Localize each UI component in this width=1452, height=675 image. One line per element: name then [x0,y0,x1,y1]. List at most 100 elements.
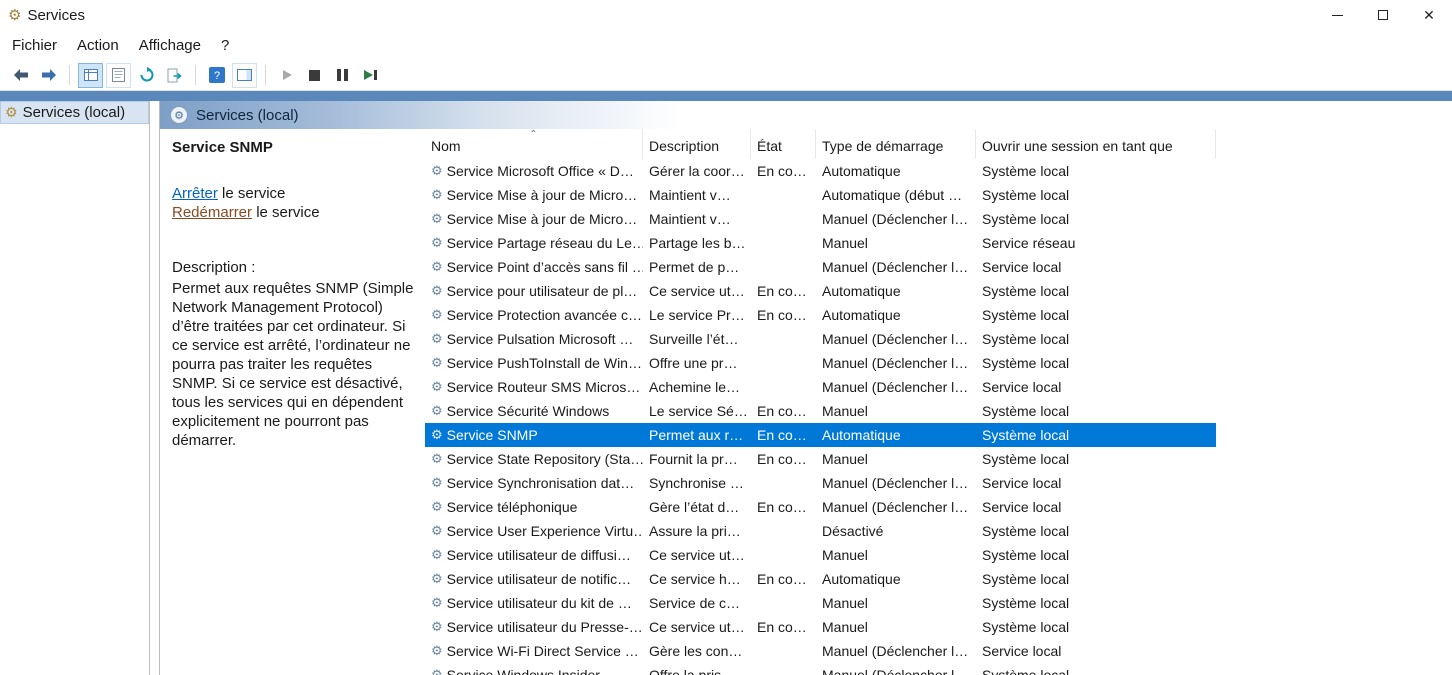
service-gear-icon: ⚙ [431,499,443,515]
properties-button[interactable] [106,63,131,88]
cell-startup-type: Manuel (Déclencher l… [816,375,976,399]
pause-icon [337,69,348,81]
column-header-description[interactable]: Description [643,129,751,159]
table-row[interactable]: ⚙ Service State Repository (Sta… Fournit… [425,447,1216,471]
restart-service-button[interactable] [358,63,383,88]
table-row[interactable]: ⚙ Service Microsoft Office « D… Gérer la… [425,159,1216,183]
cell-status: En co… [751,567,816,591]
properties-icon [112,68,125,82]
back-button[interactable] [8,63,33,88]
cell-status [751,207,816,231]
stop-service-link[interactable]: Arrêter [172,185,218,202]
table-row[interactable]: ⚙ Service SNMP Permet aux r… En co… Auto… [425,423,1216,447]
table-row[interactable]: ⚙ Service User Experience Virtu… Assure … [425,519,1216,543]
tree-item-services-local[interactable]: ⚙ Services (local) [0,101,149,124]
table-row[interactable]: ⚙ Service Sécurité Windows Le service Sé… [425,399,1216,423]
cell-logon-as: Système local [976,567,1216,591]
cell-logon-as: Système local [976,399,1216,423]
cell-startup-type: Manuel [816,447,976,471]
toolbar-separator [265,65,266,85]
cell-status [751,519,816,543]
cell-description: Synchronise … [643,471,751,495]
cell-name: ⚙ Service Partage réseau du Le… [425,231,643,255]
table-row[interactable]: ⚙ Service téléphonique Gère l’état d… En… [425,495,1216,519]
show-hide-action-pane-button[interactable] [232,63,257,88]
cell-startup-type: Automatique [816,303,976,327]
table-row[interactable]: ⚙ Service Partage réseau du Le… Partage … [425,231,1216,255]
service-action-links: Arrêter le service Redémarrer le service [172,184,415,222]
service-gear-icon: ⚙ [431,643,443,659]
cell-status [751,591,816,615]
restart-icon [363,69,378,81]
extended-view-header: ⚙ Services (local) [160,101,1452,129]
cell-logon-as: Système local [976,519,1216,543]
menu-affichage[interactable]: Affichage [129,33,211,58]
cell-status [751,327,816,351]
menu-fichier[interactable]: Fichier [2,33,67,58]
action-pane-icon [237,69,252,81]
cell-logon-as: Système local [976,423,1216,447]
column-header-status[interactable]: État [751,129,816,159]
cell-description: Ce service ut… [643,543,751,567]
table-row[interactable]: ⚙ Service PushToInstall de Win… Offre un… [425,351,1216,375]
table-row[interactable]: ⚙ Service Mise à jour de Micro… Maintien… [425,183,1216,207]
main-pane: ⚙ Services (local) Service SNMP Arrêter … [160,101,1452,675]
cell-description: Le service Sé… [643,399,751,423]
maximize-button[interactable] [1360,0,1406,30]
cell-status: En co… [751,399,816,423]
close-button[interactable]: ✕ [1406,0,1452,30]
table-row[interactable]: ⚙ Service Point d’accès sans fil … Perme… [425,255,1216,279]
cell-status [751,663,816,675]
cell-logon-as: Système local [976,591,1216,615]
service-gear-icon: ⚙ [431,211,443,227]
table-row[interactable]: ⚙ Service utilisateur du Presse-… Ce ser… [425,615,1216,639]
cell-name: ⚙ Service Microsoft Office « D… [425,159,643,183]
console-content: ⚙ Services (local) ⚙ Services (local) Se… [0,101,1452,675]
svg-text:?: ? [213,70,219,82]
table-row[interactable]: ⚙ Service pour utilisateur de pl… Ce ser… [425,279,1216,303]
pause-service-button[interactable] [330,63,355,88]
column-header-logon-as[interactable]: Ouvrir une session en tant que [976,129,1216,159]
window-title: Services [27,7,85,24]
maximize-icon [1378,10,1388,20]
close-icon: ✕ [1423,7,1435,24]
menu-action[interactable]: Action [67,33,129,58]
column-header-name[interactable]: ˆ Nom [425,129,643,159]
export-list-button[interactable] [162,63,187,88]
table-row[interactable]: ⚙ Service utilisateur de diffusi… Ce ser… [425,543,1216,567]
cell-status [751,255,816,279]
cell-description: Maintient v… [643,207,751,231]
toolbar-separator [69,65,70,85]
table-row[interactable]: ⚙ Service Windows Insider Offre la pris…… [425,663,1216,675]
cell-name: ⚙ Service utilisateur du Presse-… [425,615,643,639]
menubar: Fichier Action Affichage ? [0,30,1452,60]
stop-service-button[interactable] [302,63,327,88]
cell-name: ⚙ Service Pulsation Microsoft … [425,327,643,351]
cell-startup-type: Manuel (Déclencher l… [816,495,976,519]
table-row[interactable]: ⚙ Service utilisateur du kit de … Servic… [425,591,1216,615]
cell-name: ⚙ Service Routeur SMS Micros… [425,375,643,399]
column-header-startup-type[interactable]: Type de démarrage [816,129,976,159]
start-service-button[interactable] [274,63,299,88]
help-button[interactable]: ? [204,63,229,88]
panel-splitter[interactable] [150,101,160,675]
restart-service-link[interactable]: Redémarrer [172,204,252,221]
table-row[interactable]: ⚙ Service Mise à jour de Micro… Maintien… [425,207,1216,231]
cell-startup-type: Manuel (Déclencher l… [816,639,976,663]
table-row[interactable]: ⚙ Service Wi-Fi Direct Service … Gère le… [425,639,1216,663]
table-row[interactable]: ⚙ Service utilisateur de notific… Ce ser… [425,567,1216,591]
table-row[interactable]: ⚙ Service Synchronisation dat… Synchroni… [425,471,1216,495]
forward-button[interactable] [36,63,61,88]
refresh-button[interactable] [134,63,159,88]
show-hide-console-tree-button[interactable] [78,63,103,88]
table-row[interactable]: ⚙ Service Protection avancée c… Le servi… [425,303,1216,327]
cell-logon-as: Système local [976,279,1216,303]
menu-help[interactable]: ? [211,33,239,58]
cell-startup-type: Manuel (Déclencher l… [816,255,976,279]
restart-service-suffix: le service [252,204,320,221]
table-row[interactable]: ⚙ Service Pulsation Microsoft … Surveill… [425,327,1216,351]
table-row[interactable]: ⚙ Service Routeur SMS Micros… Achemine l… [425,375,1216,399]
cell-name: ⚙ Service Wi-Fi Direct Service … [425,639,643,663]
minimize-button[interactable] [1314,0,1360,30]
services-gears-icon: ⚙ [5,104,18,121]
